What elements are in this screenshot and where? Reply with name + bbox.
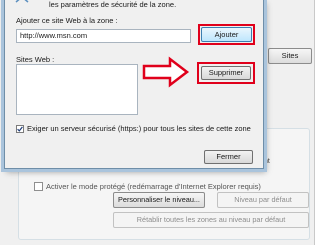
add-site-label: Ajouter ce site Web à la zone :: [16, 16, 118, 25]
websites-label: Sites Web :: [16, 55, 55, 64]
reset-all-zones-button[interactable]: Rétablir toutes les zones au niveau par …: [113, 212, 309, 228]
trusted-sites-dialog: les paramètres de sécurité de la zone. A…: [4, 0, 264, 169]
add-button[interactable]: Ajouter: [201, 27, 252, 42]
site-url-input[interactable]: http://www.msn.com: [16, 29, 191, 43]
zone-description: les paramètres de sécurité de la zone.: [49, 0, 177, 9]
zone-icon: [15, 0, 29, 3]
window-edge: [314, 0, 326, 245]
protected-mode-row[interactable]: Activer le mode protégé (redémarrage d'I…: [34, 182, 261, 191]
close-button[interactable]: Fermer: [204, 150, 253, 164]
group-partial-text: nt: [264, 158, 270, 165]
protected-mode-checkbox[interactable]: [34, 182, 43, 191]
sites-button[interactable]: Sites: [268, 48, 312, 64]
https-row[interactable]: Exiger un serveur sécurisé (https:) pour…: [16, 124, 251, 133]
checkmark-icon: [17, 126, 23, 132]
default-level-button[interactable]: Niveau par défaut: [217, 192, 309, 208]
protected-mode-label: Activer le mode protégé (redémarrage d'I…: [46, 182, 261, 191]
remove-button[interactable]: Supprimer: [201, 66, 251, 80]
https-checkbox[interactable]: [16, 124, 24, 133]
arrow-right-icon: [142, 56, 190, 88]
https-checkbox-label: Exiger un serveur sécurisé (https:) pour…: [27, 124, 251, 133]
websites-list[interactable]: [16, 64, 138, 115]
custom-level-button[interactable]: Personnaliser le niveau...: [113, 192, 205, 208]
